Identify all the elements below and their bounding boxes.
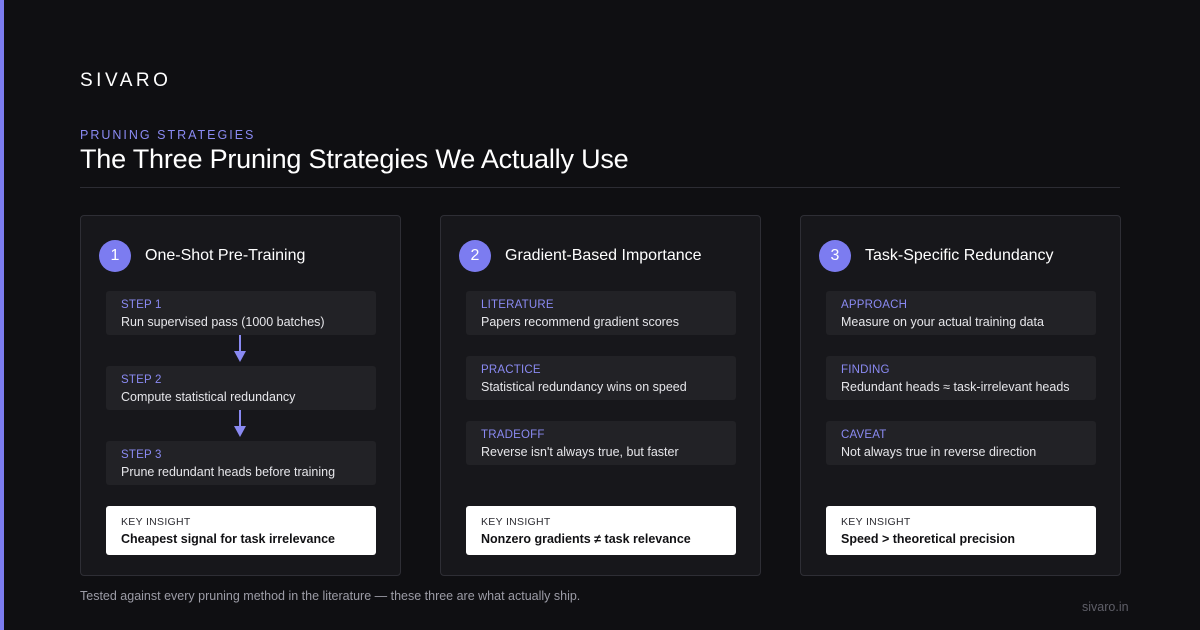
detail-item: LITERATURE Papers recommend gradient sco…: [466, 291, 736, 335]
item-text: Prune redundant heads before training: [121, 465, 336, 479]
item-text: Statistical redundancy wins on speed: [481, 380, 687, 394]
section-eyebrow: PRUNING STRATEGIES: [80, 128, 256, 142]
insight-label: KEY INSIGHT: [121, 516, 191, 528]
key-insight-box: KEY INSIGHT Cheapest signal for task irr…: [106, 506, 376, 555]
number-badge: 2: [459, 240, 491, 272]
footer-url: sivaro.in: [1082, 600, 1129, 614]
item-text: Run supervised pass (1000 batches): [121, 315, 325, 329]
card-header: 1 One-Shot Pre-Training: [99, 240, 305, 272]
item-label: TRADEOFF: [481, 429, 545, 441]
item-text: Redundant heads ≈ task-irrelevant heads: [841, 380, 1070, 394]
step-item: STEP 2 Compute statistical redundancy: [106, 366, 376, 410]
item-text: Measure on your actual training data: [841, 315, 1044, 329]
card-title: One-Shot Pre-Training: [145, 247, 306, 264]
detail-item: CAVEAT Not always true in reverse direct…: [826, 421, 1096, 465]
title-divider: [80, 187, 1120, 188]
detail-item: APPROACH Measure on your actual training…: [826, 291, 1096, 335]
insight-label: KEY INSIGHT: [481, 516, 551, 528]
left-accent-bar: [0, 0, 4, 630]
item-label: PRACTICE: [481, 364, 541, 376]
item-label: STEP 1: [121, 299, 162, 311]
insight-text: Cheapest signal for task irrelevance: [121, 532, 335, 546]
item-label: APPROACH: [841, 299, 908, 311]
page-title: The Three Pruning Strategies We Actually…: [80, 144, 629, 174]
detail-item: TRADEOFF Reverse isn't always true, but …: [466, 421, 736, 465]
item-text: Not always true in reverse direction: [841, 445, 1037, 459]
card-header: 2 Gradient-Based Importance: [459, 240, 702, 272]
step-item: STEP 3 Prune redundant heads before trai…: [106, 441, 376, 485]
card-header: 3 Task-Specific Redundancy: [819, 240, 1054, 272]
strategy-card-task-specific: 3 Task-Specific Redundancy APPROACH Meas…: [800, 215, 1121, 576]
item-label: STEP 2: [121, 374, 162, 386]
key-insight-box: KEY INSIGHT Nonzero gradients ≠ task rel…: [466, 506, 736, 555]
item-label: CAVEAT: [841, 429, 887, 441]
detail-item: PRACTICE Statistical redundancy wins on …: [466, 356, 736, 400]
insight-text: Speed > theoretical precision: [841, 532, 1016, 546]
card-title: Gradient-Based Importance: [505, 247, 702, 264]
number-badge: 3: [819, 240, 851, 272]
number-badge: 1: [99, 240, 131, 272]
insight-text: Nonzero gradients ≠ task relevance: [481, 532, 691, 546]
footer-note: Tested against every pruning method in t…: [80, 589, 581, 603]
item-label: FINDING: [841, 364, 890, 376]
item-text: Papers recommend gradient scores: [481, 315, 680, 329]
item-text: Compute statistical redundancy: [121, 390, 296, 404]
item-text: Reverse isn't always true, but faster: [481, 445, 679, 459]
detail-item: FINDING Redundant heads ≈ task-irrelevan…: [826, 356, 1096, 400]
key-insight-box: KEY INSIGHT Speed > theoretical precisio…: [826, 506, 1096, 555]
step-item: STEP 1 Run supervised pass (1000 batches…: [106, 291, 376, 335]
insight-label: KEY INSIGHT: [841, 516, 911, 528]
brand-logo: SIVARO: [80, 70, 172, 91]
strategy-card-gradient: 2 Gradient-Based Importance LITERATURE P…: [440, 215, 761, 576]
arrow-down-icon: [234, 410, 246, 437]
item-label: STEP 3: [121, 449, 162, 461]
card-title: Task-Specific Redundancy: [865, 247, 1054, 264]
arrow-down-icon: [234, 335, 246, 362]
item-label: LITERATURE: [481, 299, 554, 311]
strategy-card-one-shot: 1 One-Shot Pre-Training STEP 1 Run super…: [80, 215, 401, 576]
